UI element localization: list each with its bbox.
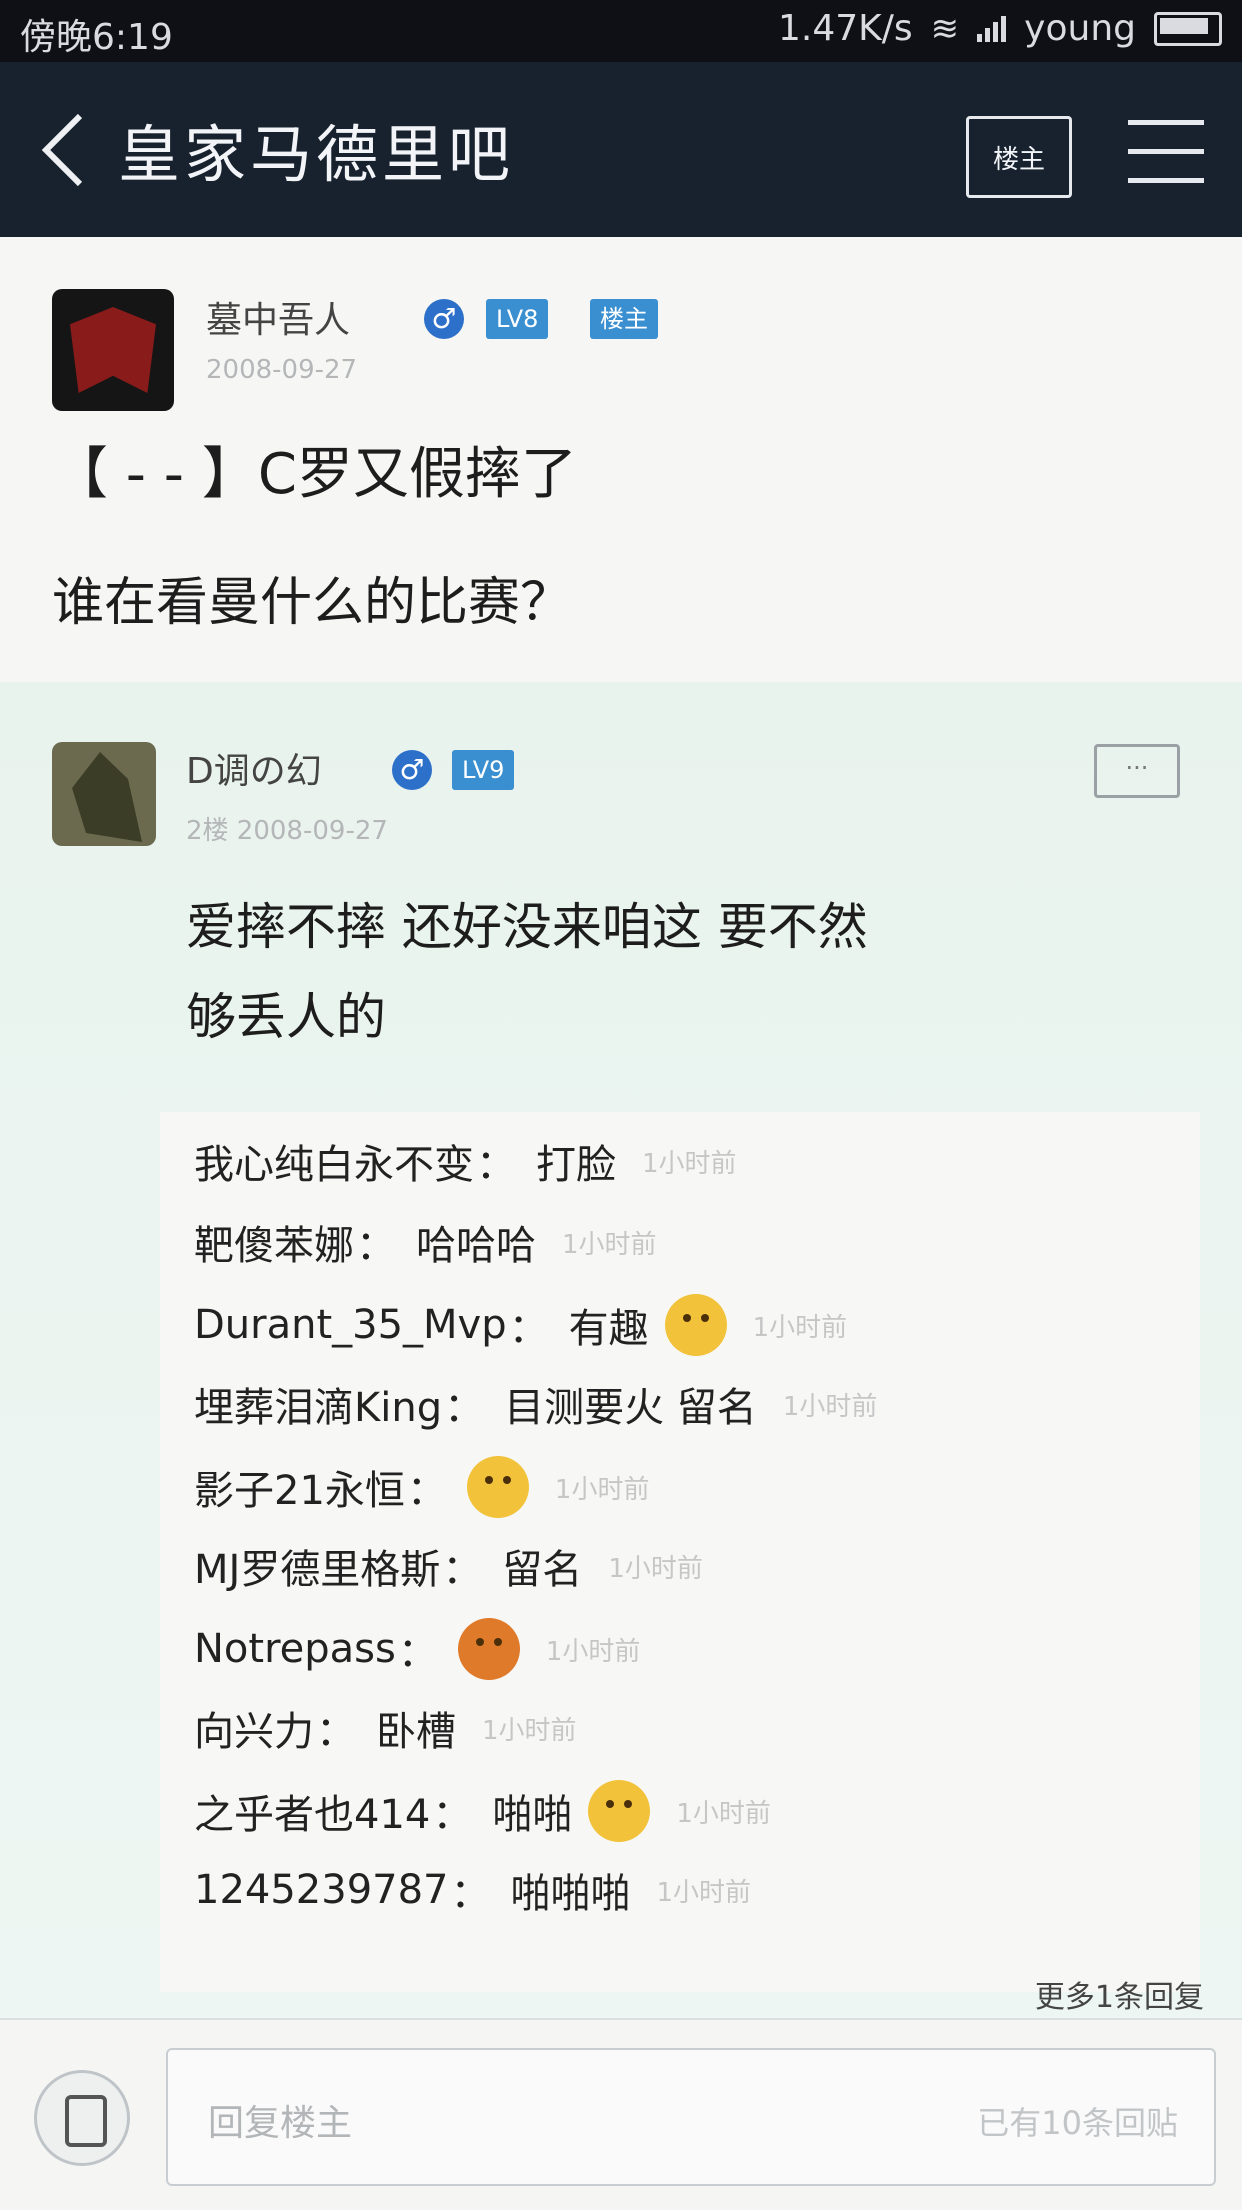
sub-reply-name[interactable]: 向兴力 — [194, 1699, 314, 1757]
sub-reply-item[interactable]: MJ罗德里格斯： 留名 1小时前 — [194, 1537, 703, 1595]
back-icon[interactable] — [36, 110, 96, 190]
wifi-icon: ≋ — [930, 8, 960, 49]
sub-reply-item[interactable]: 向兴力： 卧槽 1小时前 — [194, 1699, 577, 1757]
battery-icon — [1154, 11, 1222, 46]
sub-reply-name[interactable]: 埋葬泪滴King — [194, 1375, 442, 1433]
sub-reply-separator: ： — [442, 1547, 483, 1593]
menu-icon[interactable] — [1128, 120, 1204, 186]
sub-reply-separator: ： — [476, 1142, 516, 1188]
bottom-bar: 回复楼主 已有10条回贴 — [0, 2018, 1242, 2210]
owner-only-button[interactable]: 楼主 — [966, 116, 1072, 198]
sub-reply-time: 1小时前 — [554, 1474, 650, 1505]
sub-reply-item[interactable]: 靶傻苯娜： 哈哈哈 1小时前 — [194, 1213, 657, 1271]
reply-body: 爱摔不摔 还好没来咱这 要不然 够丢人的 — [186, 882, 1166, 1062]
sub-reply-separator: ： — [406, 1468, 447, 1514]
level-badge: LV9 — [452, 750, 515, 790]
sub-reply-time: 1小时前 — [545, 1636, 641, 1667]
carrier-name: young — [1024, 8, 1136, 49]
thumbs-up-icon[interactable] — [34, 2070, 130, 2166]
emoji-icon — [466, 1456, 529, 1518]
sub-reply-text: 打脸 — [536, 1142, 616, 1188]
sub-reply-time: 1小时前 — [482, 1715, 577, 1746]
reply-body-line: 够丢人的 — [186, 988, 386, 1046]
comment-icon[interactable]: ··· — [1094, 744, 1180, 798]
reply-count: 已有10条回贴 — [977, 2104, 1178, 2142]
sub-reply-list: 我心纯白永不变：打脸 1小时前 靶傻苯娜：哈哈哈 1小时前 Durant_35_Mvp：… — [160, 1112, 1200, 1992]
sub-reply-item[interactable]: 1245239787： 啪啪啪 1小时前 — [194, 1861, 751, 1919]
status-time: 傍晚6:19 — [20, 17, 173, 58]
avatar[interactable] — [52, 289, 174, 411]
sub-reply-text: 卧槽 — [376, 1709, 456, 1755]
male-icon: ♂ — [424, 299, 464, 339]
sub-reply-item[interactable]: 影子21永恒： 1小时前 — [194, 1456, 649, 1518]
reply-floor: D调の幻 ♂ LV9 2楼 2008-09-27 ··· 爱摔不摔 还好没来咱这… — [0, 682, 1242, 2018]
sub-reply-name[interactable]: MJ罗德里格斯 — [194, 1537, 440, 1595]
emoji-icon — [664, 1294, 727, 1356]
sub-reply-name[interactable]: 我心纯白永不变 — [194, 1132, 474, 1190]
original-post: 墓中吾人 ♂ LV8 楼主 2008-09-27 【 - - 】C罗又假摔了 谁… — [0, 237, 1242, 682]
sub-reply-separator: ： — [508, 1306, 549, 1352]
sub-reply-time: 1小时前 — [656, 1877, 752, 1908]
sub-reply-name[interactable]: 影子21永恒 — [194, 1458, 405, 1516]
post-body: 谁在看曼什么的比赛？ — [52, 573, 573, 633]
level-badge: LV8 — [486, 299, 549, 339]
sub-reply-time: 1小时前 — [782, 1391, 878, 1422]
sub-reply-item[interactable]: 我心纯白永不变： 打脸 1小时前 — [194, 1132, 737, 1190]
status-bar: 傍晚6:19 1.47K/s ≋ young — [0, 0, 1242, 62]
sub-reply-text: 留名 — [502, 1547, 583, 1593]
sub-reply-name[interactable]: 之乎者也414 — [194, 1782, 430, 1840]
sub-reply-time: 1小时前 — [676, 1798, 771, 1829]
reply-author[interactable]: D调の幻 — [186, 742, 322, 794]
reply-placeholder: 回复楼主 — [208, 2103, 353, 2144]
owner-badge: 楼主 — [590, 299, 658, 339]
sub-reply-text: 目测要火 留名 — [504, 1385, 757, 1431]
sub-reply-separator: ： — [316, 1709, 356, 1755]
sub-reply-item[interactable]: 之乎者也414： 啪啪 1小时前 — [194, 1780, 771, 1842]
sub-reply-text: 啪啪 — [492, 1792, 573, 1838]
sub-reply-name[interactable]: Notrepass — [194, 1626, 396, 1672]
nav-bar: 皇家马德里吧 楼主 — [0, 62, 1242, 237]
emoji-icon — [457, 1618, 520, 1680]
signal-icon — [977, 15, 1007, 42]
emoji-icon — [588, 1780, 651, 1842]
sub-reply-separator: ： — [450, 1871, 491, 1917]
sub-reply-text: 啪啪啪 — [510, 1871, 631, 1917]
sub-reply-time: 1小时前 — [562, 1229, 657, 1260]
sub-reply-time: 1小时前 — [642, 1148, 737, 1179]
reply-input[interactable]: 回复楼主 已有10条回贴 — [166, 2048, 1216, 2186]
sub-reply-time: 1小时前 — [608, 1553, 703, 1584]
avatar[interactable] — [52, 742, 156, 846]
sub-reply-name[interactable]: Durant_35_Mvp — [194, 1302, 507, 1348]
sub-reply-text: 有趣 — [568, 1306, 649, 1352]
reply-body-line: 爱摔不摔 还好没来咱这 要不然 — [186, 898, 868, 956]
male-icon: ♂ — [392, 750, 432, 790]
sub-reply-separator: ： — [444, 1385, 485, 1431]
post-date: 2008-09-27 — [206, 355, 358, 385]
post-title: 【 - - 】C罗又假摔了 — [52, 442, 577, 507]
status-right: 1.47K/s ≋ young — [778, 8, 1222, 49]
page-title: 皇家马德里吧 — [118, 118, 515, 191]
sub-reply-name[interactable]: 靶傻苯娜 — [194, 1213, 354, 1271]
sub-reply-item[interactable]: Notrepass： 1小时前 — [194, 1618, 640, 1680]
network-speed: 1.47K/s — [778, 8, 913, 49]
sub-reply-text: 哈哈哈 — [416, 1223, 536, 1269]
sub-reply-separator: ： — [432, 1792, 473, 1838]
post-author[interactable]: 墓中吾人 — [206, 291, 350, 343]
sub-reply-separator: ： — [356, 1223, 396, 1269]
sub-reply-name[interactable]: 1245239787 — [194, 1867, 449, 1913]
more-replies-link[interactable]: 更多1条回复 — [1035, 1972, 1204, 2016]
sub-reply-item[interactable]: Durant_35_Mvp： 有趣 1小时前 — [194, 1294, 847, 1356]
sub-reply-item[interactable]: 埋葬泪滴King： 目测要火 留名 1小时前 — [194, 1375, 877, 1433]
reply-meta: 2楼 2008-09-27 — [186, 816, 388, 846]
sub-reply-time: 1小时前 — [752, 1312, 848, 1343]
sub-reply-separator: ： — [397, 1630, 438, 1676]
